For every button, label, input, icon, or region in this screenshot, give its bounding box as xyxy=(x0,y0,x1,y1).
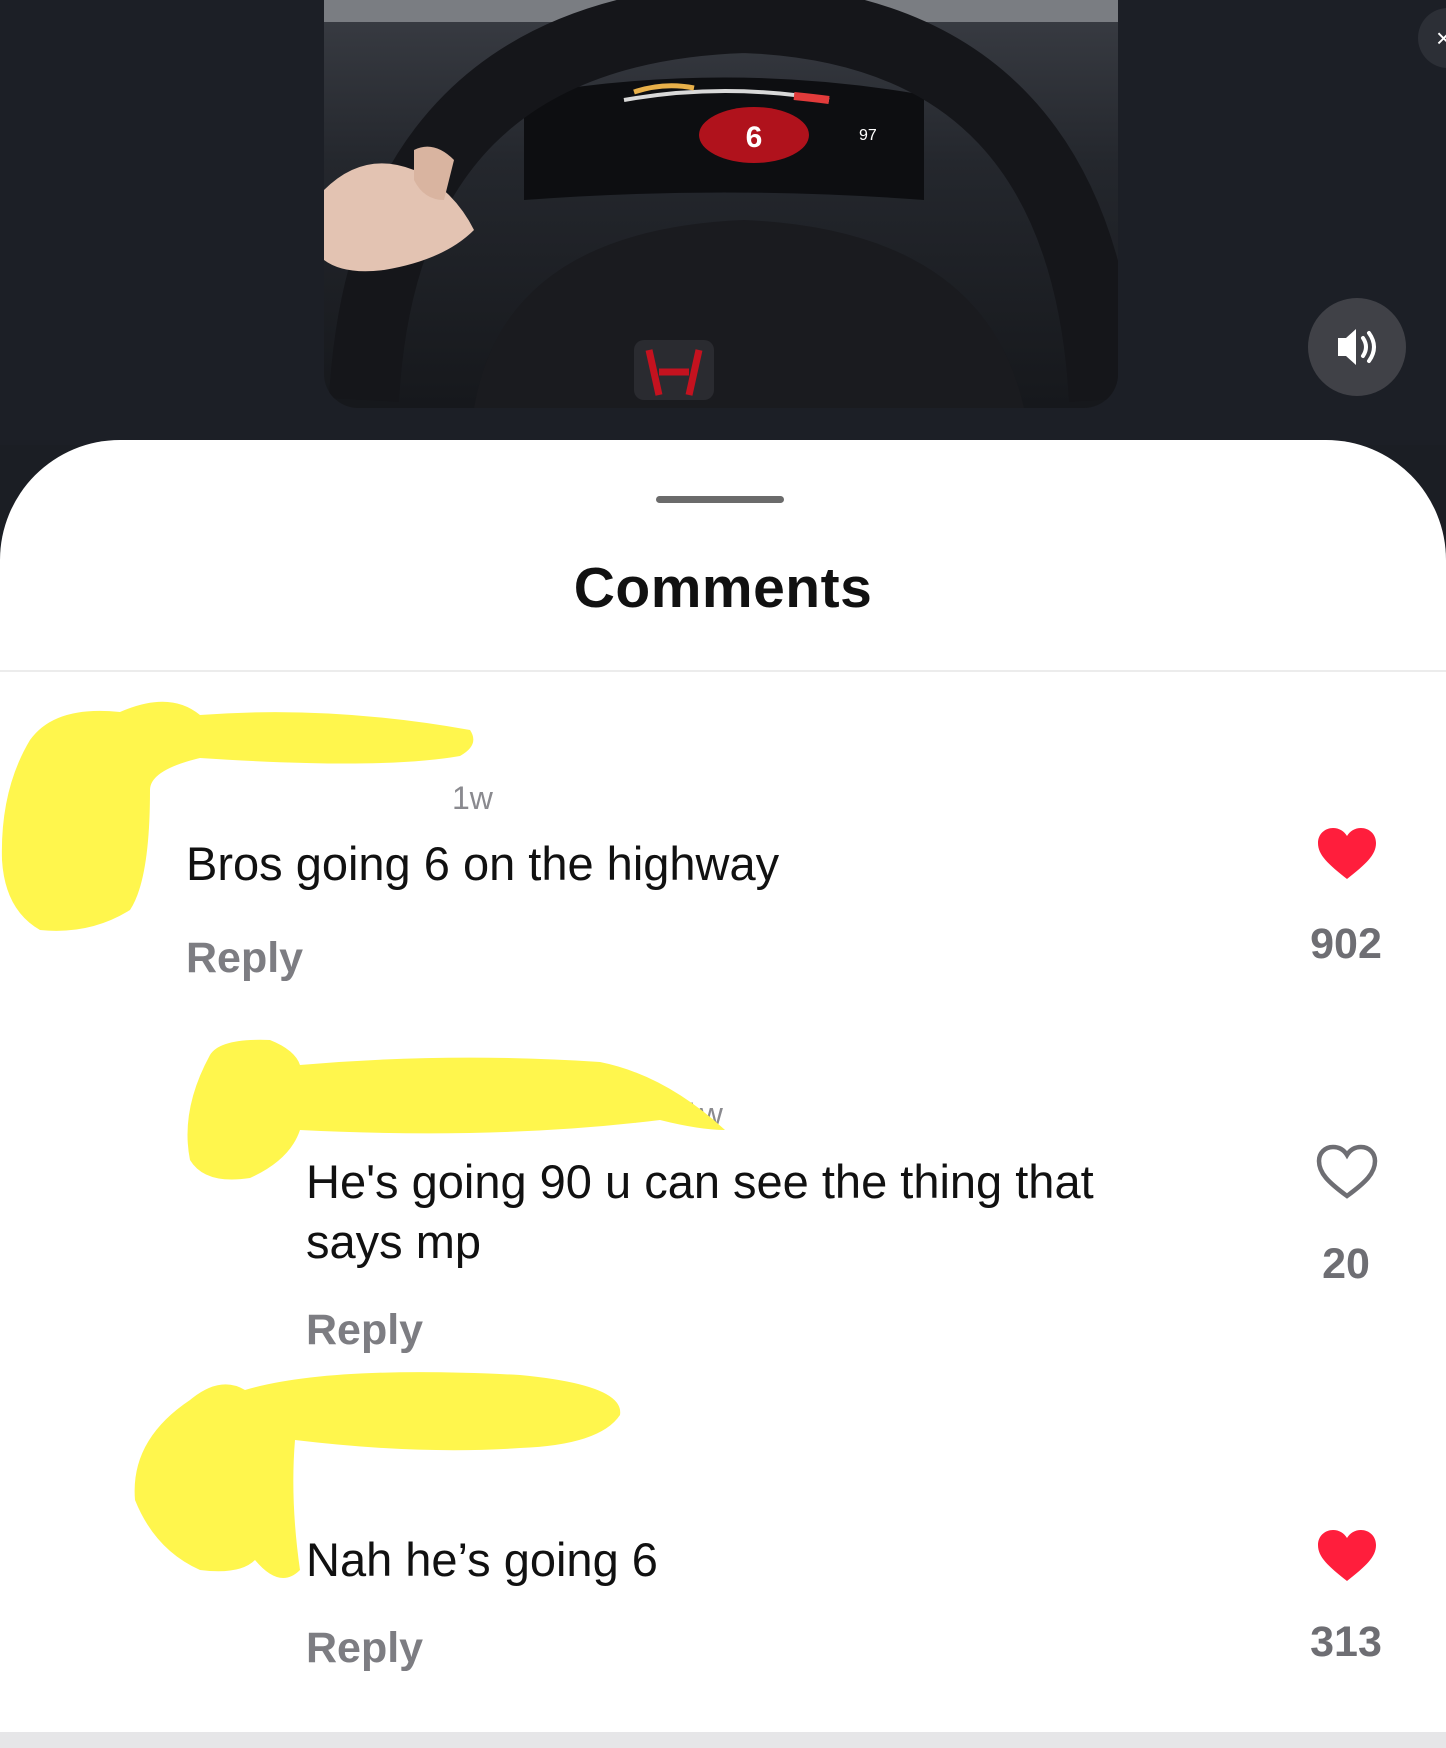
volume-button[interactable] xyxy=(1308,298,1406,396)
speed-readout: 97 xyxy=(859,127,877,144)
redaction-scribble-3 xyxy=(134,1372,621,1578)
close-button[interactable]: × xyxy=(1418,8,1446,68)
like-count: 902 xyxy=(1310,920,1382,968)
comments-sheet: Comments 1w Bros going 6 on the highway … xyxy=(0,440,1446,1748)
gear-indicator: 6 xyxy=(746,121,763,154)
like-count: 313 xyxy=(1310,1618,1382,1666)
video-frame-steering-wheel: 6 97 xyxy=(324,0,1118,408)
heart-outline-icon[interactable] xyxy=(1316,1144,1378,1200)
redaction-scribble-1 xyxy=(1,701,474,931)
username-redaction-marks xyxy=(1,701,725,1578)
video-player[interactable]: 6 97 xyxy=(324,0,1118,408)
tach-redline xyxy=(793,92,830,104)
heart-filled-icon[interactable] xyxy=(1316,826,1378,882)
redaction-scribble-2 xyxy=(187,1039,725,1180)
steering-wheel-hub xyxy=(474,220,1024,408)
video-area: 6 97 × xyxy=(0,0,1446,445)
like-count: 20 xyxy=(1322,1240,1370,1288)
home-indicator-area xyxy=(0,1732,1446,1748)
volume-on-icon xyxy=(1338,329,1376,365)
heart-filled-icon[interactable] xyxy=(1316,1528,1378,1584)
